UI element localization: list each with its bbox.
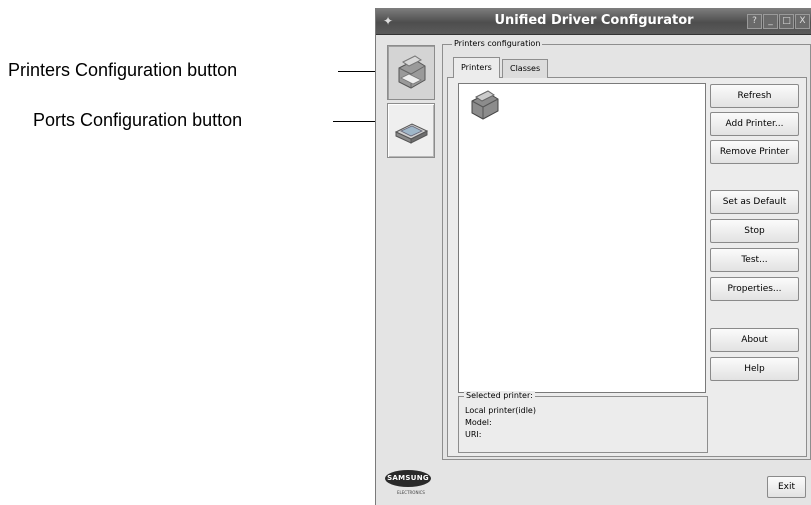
properties-button[interactable]: Properties...: [710, 277, 799, 301]
ports-configuration-button[interactable]: [387, 103, 435, 158]
maximize-button[interactable]: □: [779, 14, 794, 29]
window-title: Unified Driver Configurator: [494, 13, 694, 28]
printer-icon: [398, 55, 426, 89]
logo-sub: ELECTRONICS: [397, 490, 425, 495]
callout-ports-label: Ports Configuration button: [33, 110, 243, 130]
configurator-window: ✦ Unified Driver Configurator ? _ □ X Pr…: [375, 8, 811, 505]
exit-button[interactable]: Exit: [767, 476, 806, 498]
help-window-button[interactable]: ?: [747, 14, 762, 29]
selected-printer-uri: URI:: [465, 430, 482, 439]
tab-classes[interactable]: Classes: [502, 59, 549, 78]
stop-button[interactable]: Stop: [710, 219, 799, 243]
refresh-button[interactable]: Refresh: [710, 84, 799, 108]
add-printer-button[interactable]: Add Printer...: [710, 112, 799, 136]
callout-printers-label: Printers Configuration button: [8, 60, 238, 80]
title-bar[interactable]: ✦ Unified Driver Configurator ? _ □ X: [376, 8, 811, 35]
test-button[interactable]: Test...: [710, 248, 799, 272]
set-as-default-button[interactable]: Set as Default: [710, 190, 799, 214]
printer-list-item[interactable]: [469, 89, 501, 124]
samsung-logo: SAMSUNG ELECTRONICS: [385, 470, 433, 500]
selected-printer-model: Model:: [465, 418, 492, 427]
about-button[interactable]: About: [710, 328, 799, 352]
minimize-button[interactable]: _: [763, 14, 778, 29]
group-title: Printers configuration: [452, 39, 543, 48]
selected-printer-title: Selected printer:: [464, 391, 535, 400]
printer-list[interactable]: [458, 83, 706, 393]
scanner-port-icon: [394, 123, 429, 144]
selected-printer-group: [458, 396, 708, 453]
printer-icon: [471, 90, 499, 120]
printers-configuration-button[interactable]: [387, 45, 435, 100]
remove-printer-button[interactable]: Remove Printer: [710, 140, 799, 164]
logo-brand: SAMSUNG: [385, 470, 431, 487]
tab-printers[interactable]: Printers: [453, 57, 500, 78]
selected-printer-status: Local printer(idle): [465, 406, 536, 415]
help-button[interactable]: Help: [710, 357, 799, 381]
close-button[interactable]: X: [795, 14, 810, 29]
